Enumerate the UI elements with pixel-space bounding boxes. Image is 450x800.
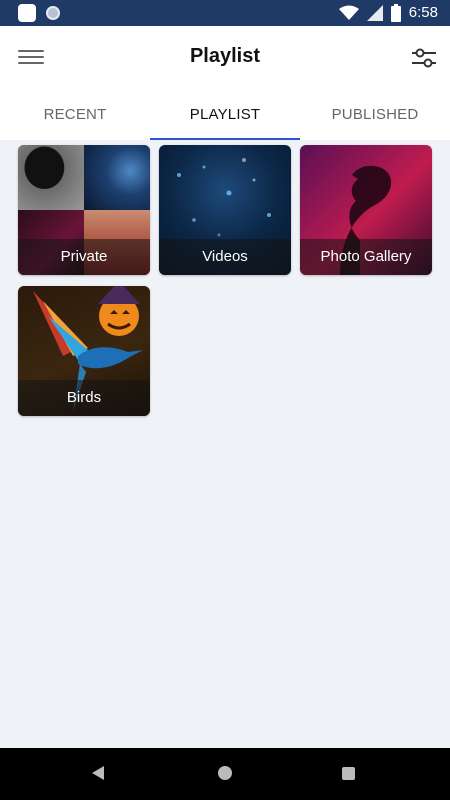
signal-icon [366,5,383,21]
tab-bar: RECENT PLAYLIST PUBLISHED [0,90,450,140]
playlist-card-photo-gallery[interactable]: Photo Gallery [300,145,432,275]
playlist-label: Videos [159,239,291,275]
playlist-label: Private [18,239,150,275]
home-icon[interactable] [218,766,232,780]
playlist-label: Birds [18,380,150,416]
status-right: 6:58 [338,4,438,22]
thumbnail-bokeh [84,145,150,210]
app-bar: Playlist [0,26,450,90]
sync-circle-icon [46,6,60,20]
system-nav-bar [0,748,450,800]
recent-apps-icon[interactable] [342,767,355,780]
battery-icon [390,4,401,22]
thumbnail-silhouette [18,145,84,210]
playlist-card-birds[interactable]: Birds [18,286,150,416]
wifi-icon [338,5,359,20]
filter-sliders-icon[interactable] [410,44,438,72]
status-time: 6:58 [408,4,438,21]
tab-recent[interactable]: RECENT [0,90,150,140]
page-title: Playlist [189,45,261,67]
playlist-card-videos[interactable]: Videos [159,145,291,275]
tab-published[interactable]: PUBLISHED [300,90,450,140]
app-square-icon [18,4,36,22]
status-left [18,4,60,22]
tab-playlist[interactable]: PLAYLIST [150,90,300,140]
playlist-label: Photo Gallery [300,239,432,275]
back-icon[interactable] [92,766,104,780]
status-bar: 6:58 [0,0,450,26]
playlist-card-private[interactable]: Private [18,145,150,275]
